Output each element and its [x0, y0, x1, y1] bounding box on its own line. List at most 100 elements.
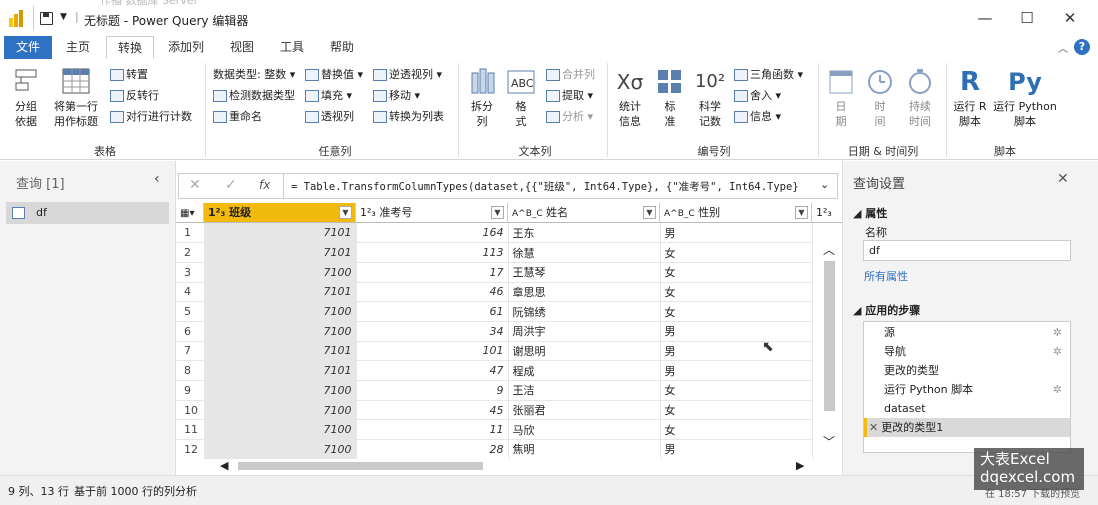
extract-button[interactable]: 提取 ▾: [546, 87, 593, 105]
step-navigation[interactable]: 导航 ✲: [864, 342, 1070, 361]
tab-help[interactable]: 帮助: [324, 36, 360, 59]
cell-class[interactable]: 7100: [204, 321, 357, 342]
cell-examno[interactable]: 164: [356, 223, 509, 244]
cell-gender[interactable]: 男: [660, 360, 813, 381]
cell-name[interactable]: 张丽君: [508, 400, 661, 421]
scroll-right-icon[interactable]: ▶: [796, 459, 804, 472]
cell-name[interactable]: 王洁: [508, 380, 661, 401]
scroll-down-icon[interactable]: ﹀: [823, 433, 835, 450]
step-changed-type[interactable]: 更改的类型: [864, 361, 1070, 380]
rounding-button[interactable]: 舍入 ▾: [734, 87, 781, 105]
first-row-header-button[interactable]: 将第一行 用作标题: [48, 67, 104, 129]
cell-examno[interactable]: 46: [356, 282, 509, 303]
row-number[interactable]: 5: [176, 301, 205, 322]
unpivot-button[interactable]: 逆透视列 ▾: [373, 66, 442, 84]
horizontal-scroll-thumb[interactable]: [238, 462, 483, 470]
cell-class[interactable]: 7100: [204, 400, 357, 421]
properties-header[interactable]: ◢ 属性: [853, 205, 887, 221]
horizontal-scrollbar[interactable]: ◀ ▶: [216, 459, 812, 473]
column-header-examno[interactable]: 1²₃ 准考号 ▼: [356, 203, 508, 223]
date-button[interactable]: 日 期: [823, 67, 859, 129]
vertical-scroll-thumb[interactable]: [824, 261, 835, 411]
row-number[interactable]: 1: [176, 223, 205, 244]
quick-access-dropdown-icon[interactable]: ▼: [60, 12, 67, 22]
cell-name[interactable]: 程成: [508, 360, 661, 381]
cell-name[interactable]: 徐慧: [508, 242, 661, 263]
cell-name[interactable]: 焦明: [508, 439, 661, 459]
merge-columns-button[interactable]: 合并列: [546, 66, 595, 84]
standard-button[interactable]: 标 准: [652, 67, 688, 129]
delete-step-icon[interactable]: ✕: [869, 421, 878, 434]
step-changed-type-1[interactable]: ✕ 更改的类型1: [864, 418, 1070, 437]
tab-tools[interactable]: 工具: [274, 36, 310, 59]
cell-examno[interactable]: 11: [356, 419, 509, 441]
cell-class[interactable]: 7101: [204, 223, 357, 244]
column-header-name[interactable]: A^B_C 姓名 ▼: [508, 203, 660, 223]
parse-button[interactable]: 分析 ▾: [546, 108, 593, 126]
cell-name[interactable]: 周洪宇: [508, 321, 661, 342]
pivot-column-button[interactable]: 透视列: [305, 108, 354, 126]
cell-examno[interactable]: 47: [356, 360, 509, 381]
row-number[interactable]: 6: [176, 321, 205, 342]
close-button[interactable]: ✕: [1055, 6, 1085, 30]
gear-icon[interactable]: ✲: [1053, 323, 1062, 342]
applied-steps-header[interactable]: ◢ 应用的步骤: [853, 302, 920, 318]
cell-name[interactable]: 章思思: [508, 282, 661, 303]
column-header-gender[interactable]: A^B_C 性别 ▼: [660, 203, 812, 223]
cell-class[interactable]: 7100: [204, 301, 357, 322]
step-run-python[interactable]: 运行 Python 脚本 ✲: [864, 380, 1070, 399]
trig-button[interactable]: 三角函数 ▾: [734, 66, 803, 84]
cell-gender[interactable]: 女: [660, 380, 813, 401]
cancel-formula-icon[interactable]: ✕: [189, 177, 201, 193]
row-number[interactable]: 9: [176, 380, 205, 401]
cell-examno[interactable]: 113: [356, 242, 509, 263]
information-button[interactable]: 信息 ▾: [734, 108, 781, 126]
run-python-script-button[interactable]: Py 运行 Python 脚本: [992, 67, 1058, 129]
scientific-button[interactable]: 10² 科学 记数: [692, 67, 728, 129]
collapse-queries-icon[interactable]: ‹: [154, 171, 160, 187]
cell-gender[interactable]: 女: [660, 262, 813, 283]
cell-gender[interactable]: 男: [660, 223, 813, 244]
gear-icon[interactable]: ✲: [1053, 342, 1062, 361]
transpose-button[interactable]: 转置: [110, 66, 148, 84]
cell-gender[interactable]: 男: [660, 321, 813, 342]
formula-input[interactable]: = Table.TransformColumnTypes(dataset,{{"…: [291, 179, 816, 194]
column-profiling-toggle[interactable]: 基于前 1000 行的列分析: [74, 483, 197, 499]
tab-add-column[interactable]: 添加列: [162, 36, 210, 59]
minimize-button[interactable]: —: [970, 6, 1000, 30]
close-settings-icon[interactable]: ✕: [1057, 171, 1069, 187]
cell-name[interactable]: 马欣: [508, 419, 661, 441]
fill-button[interactable]: 填充 ▾: [305, 87, 352, 105]
cell-examno[interactable]: 61: [356, 301, 509, 322]
cell-class[interactable]: 7101: [204, 282, 357, 303]
cell-name[interactable]: 王东: [508, 223, 661, 244]
filter-dropdown-icon[interactable]: ▼: [643, 206, 656, 219]
text-type-icon[interactable]: A^B_C: [664, 209, 695, 219]
move-button[interactable]: 移动 ▾: [373, 87, 420, 105]
replace-values-button[interactable]: 替换值 ▾: [305, 66, 363, 84]
cell-examno[interactable]: 28: [356, 439, 509, 459]
row-number[interactable]: 8: [176, 360, 205, 381]
tab-file[interactable]: 文件: [4, 36, 52, 59]
row-number[interactable]: 11: [176, 419, 205, 441]
step-dataset[interactable]: dataset: [864, 399, 1070, 418]
cell-gender[interactable]: 女: [660, 419, 813, 441]
cell-gender[interactable]: 女: [660, 400, 813, 421]
cell-class[interactable]: 7101: [204, 242, 357, 263]
column-header-class[interactable]: 1²₃ 班级 ▼: [204, 203, 356, 223]
cell-name[interactable]: 王慧琴: [508, 262, 661, 283]
tab-transform[interactable]: 转换: [106, 36, 154, 59]
rename-button[interactable]: 重命名: [213, 108, 262, 126]
to-list-button[interactable]: 转换为列表: [373, 108, 444, 126]
cell-class[interactable]: 7100: [204, 439, 357, 459]
name-input[interactable]: df: [863, 240, 1071, 261]
integer-type-icon[interactable]: 1²₃: [208, 206, 225, 219]
row-number[interactable]: 10: [176, 400, 205, 421]
row-number[interactable]: 12: [176, 439, 205, 459]
step-source[interactable]: 源 ✲: [864, 323, 1070, 342]
cell-examno[interactable]: 45: [356, 400, 509, 421]
expand-formula-icon[interactable]: ⌄: [820, 178, 829, 191]
count-rows-button[interactable]: 对行进行计数: [110, 108, 192, 126]
cell-gender[interactable]: 男: [660, 439, 813, 459]
cell-class[interactable]: 7101: [204, 341, 357, 362]
